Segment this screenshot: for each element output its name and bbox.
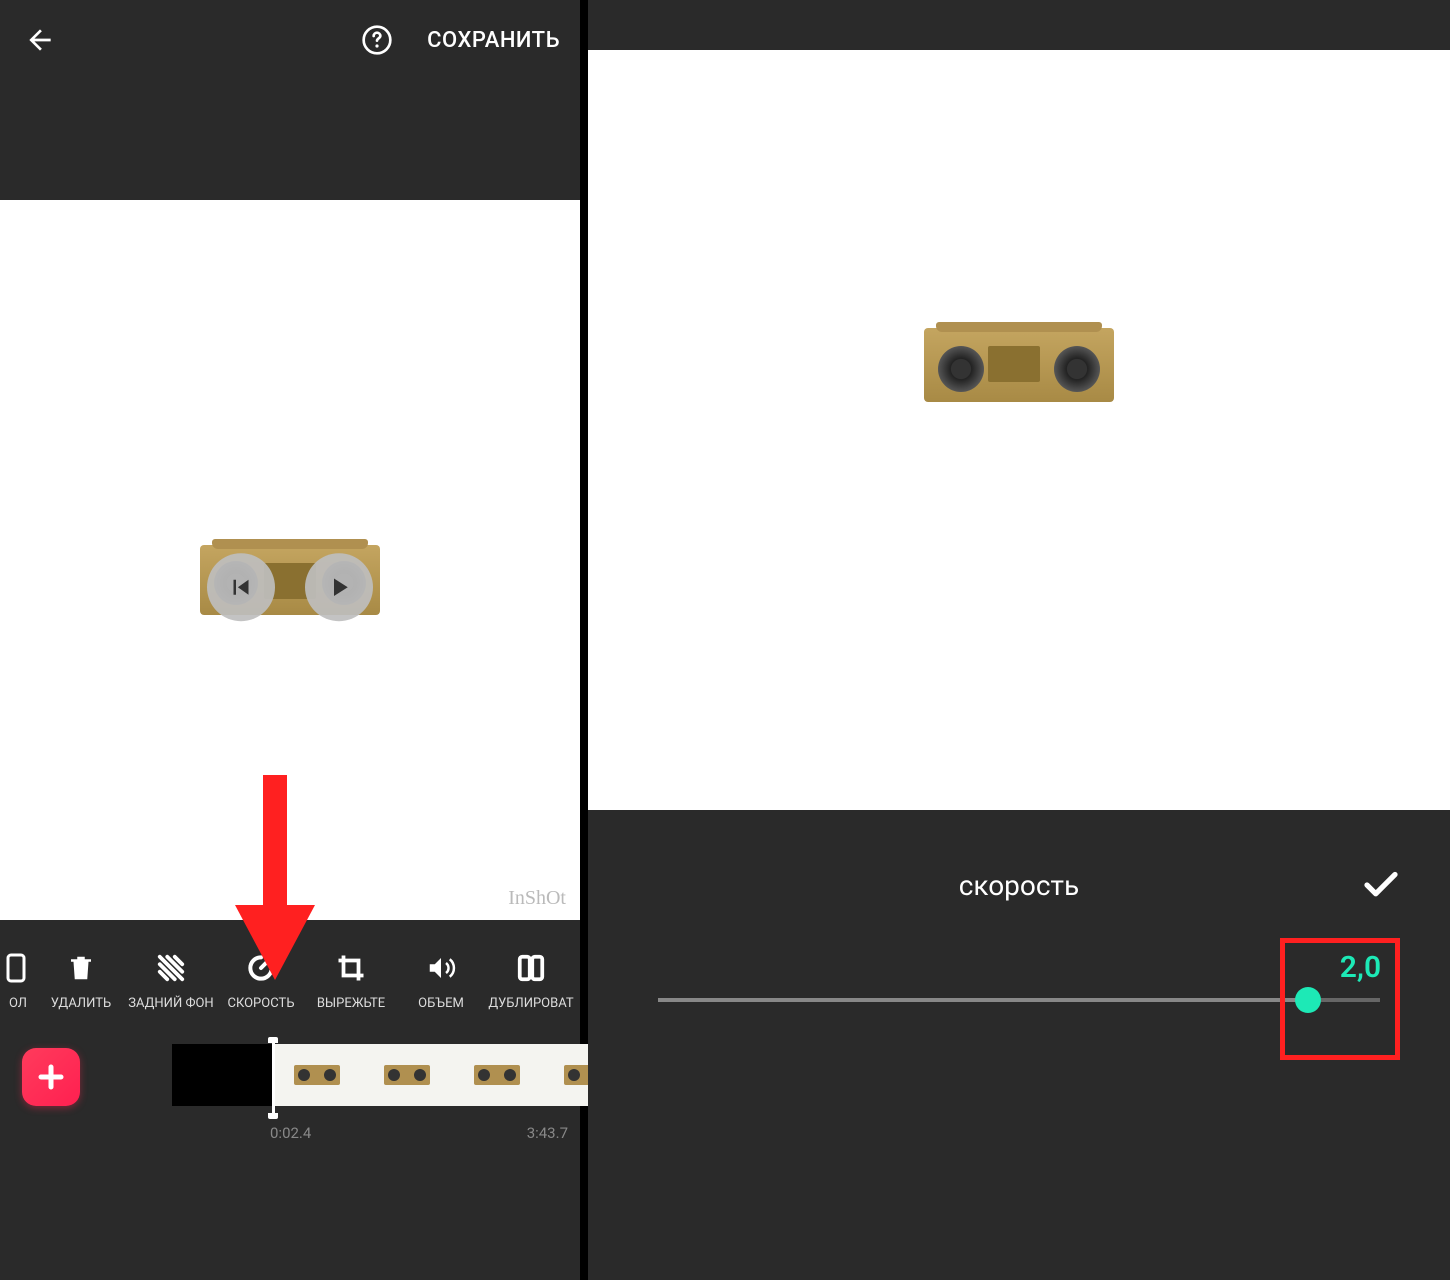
timeline-gap — [172, 1044, 272, 1106]
duplicate-icon — [516, 953, 546, 983]
speed-slider-area: 2,0 — [588, 930, 1450, 1002]
watermark-label: InShOt — [508, 887, 566, 910]
timeline[interactable]: 0:02.4 3:43.7 — [0, 1040, 580, 1160]
tool-duplicate[interactable]: ДУБЛИРОВАТ — [486, 950, 576, 1011]
playback-controls — [207, 553, 373, 621]
top-bar: СОХРАНИТЬ — [0, 0, 580, 80]
speed-value: 2,0 — [1340, 950, 1381, 985]
help-button[interactable] — [357, 20, 397, 60]
speed-adjust-screen: скорость 2,0 — [588, 0, 1450, 1280]
timeline-strip[interactable] — [172, 1044, 632, 1106]
tool-background[interactable]: ЗАДНИЙ ФОН — [126, 950, 216, 1011]
annotation-arrow-icon — [235, 775, 315, 985]
tool-precut[interactable]: ОЛ — [0, 950, 36, 1011]
add-clip-button[interactable] — [22, 1048, 80, 1106]
save-button[interactable]: СОХРАНИТЬ — [427, 28, 560, 53]
skip-previous-button[interactable] — [207, 553, 275, 621]
background-icon — [156, 953, 186, 983]
back-button[interactable] — [20, 20, 60, 60]
playhead[interactable] — [272, 1040, 275, 1116]
speed-title: скорость — [959, 869, 1080, 902]
play-button[interactable] — [305, 553, 373, 621]
slider-thumb[interactable] — [1295, 987, 1321, 1013]
precut-icon — [6, 953, 30, 983]
arrow-left-icon — [24, 24, 56, 56]
play-icon — [324, 572, 354, 602]
help-icon — [361, 24, 393, 56]
trash-icon — [66, 953, 96, 983]
current-time: 0:02.4 — [270, 1124, 311, 1142]
tool-crop[interactable]: ВЫРЕЖЬТЕ — [306, 950, 396, 1011]
confirm-button[interactable] — [1360, 864, 1402, 906]
total-time: 3:43.7 — [527, 1124, 568, 1142]
preview-content-right — [924, 328, 1114, 402]
skip-previous-icon — [226, 572, 256, 602]
timeline-frames — [272, 1044, 632, 1106]
crop-icon — [336, 953, 366, 983]
plus-icon — [36, 1062, 66, 1092]
volume-icon — [426, 953, 456, 983]
tool-delete[interactable]: УДАЛИТЬ — [36, 950, 126, 1011]
editor-main-screen: СОХРАНИТЬ InShOt — [0, 0, 580, 1280]
check-icon — [1360, 864, 1402, 906]
tool-volume[interactable]: ОБЪЕМ — [396, 950, 486, 1011]
speed-slider[interactable] — [658, 998, 1380, 1002]
video-preview-right[interactable] — [588, 50, 1450, 810]
speed-panel-header: скорость — [588, 840, 1450, 930]
